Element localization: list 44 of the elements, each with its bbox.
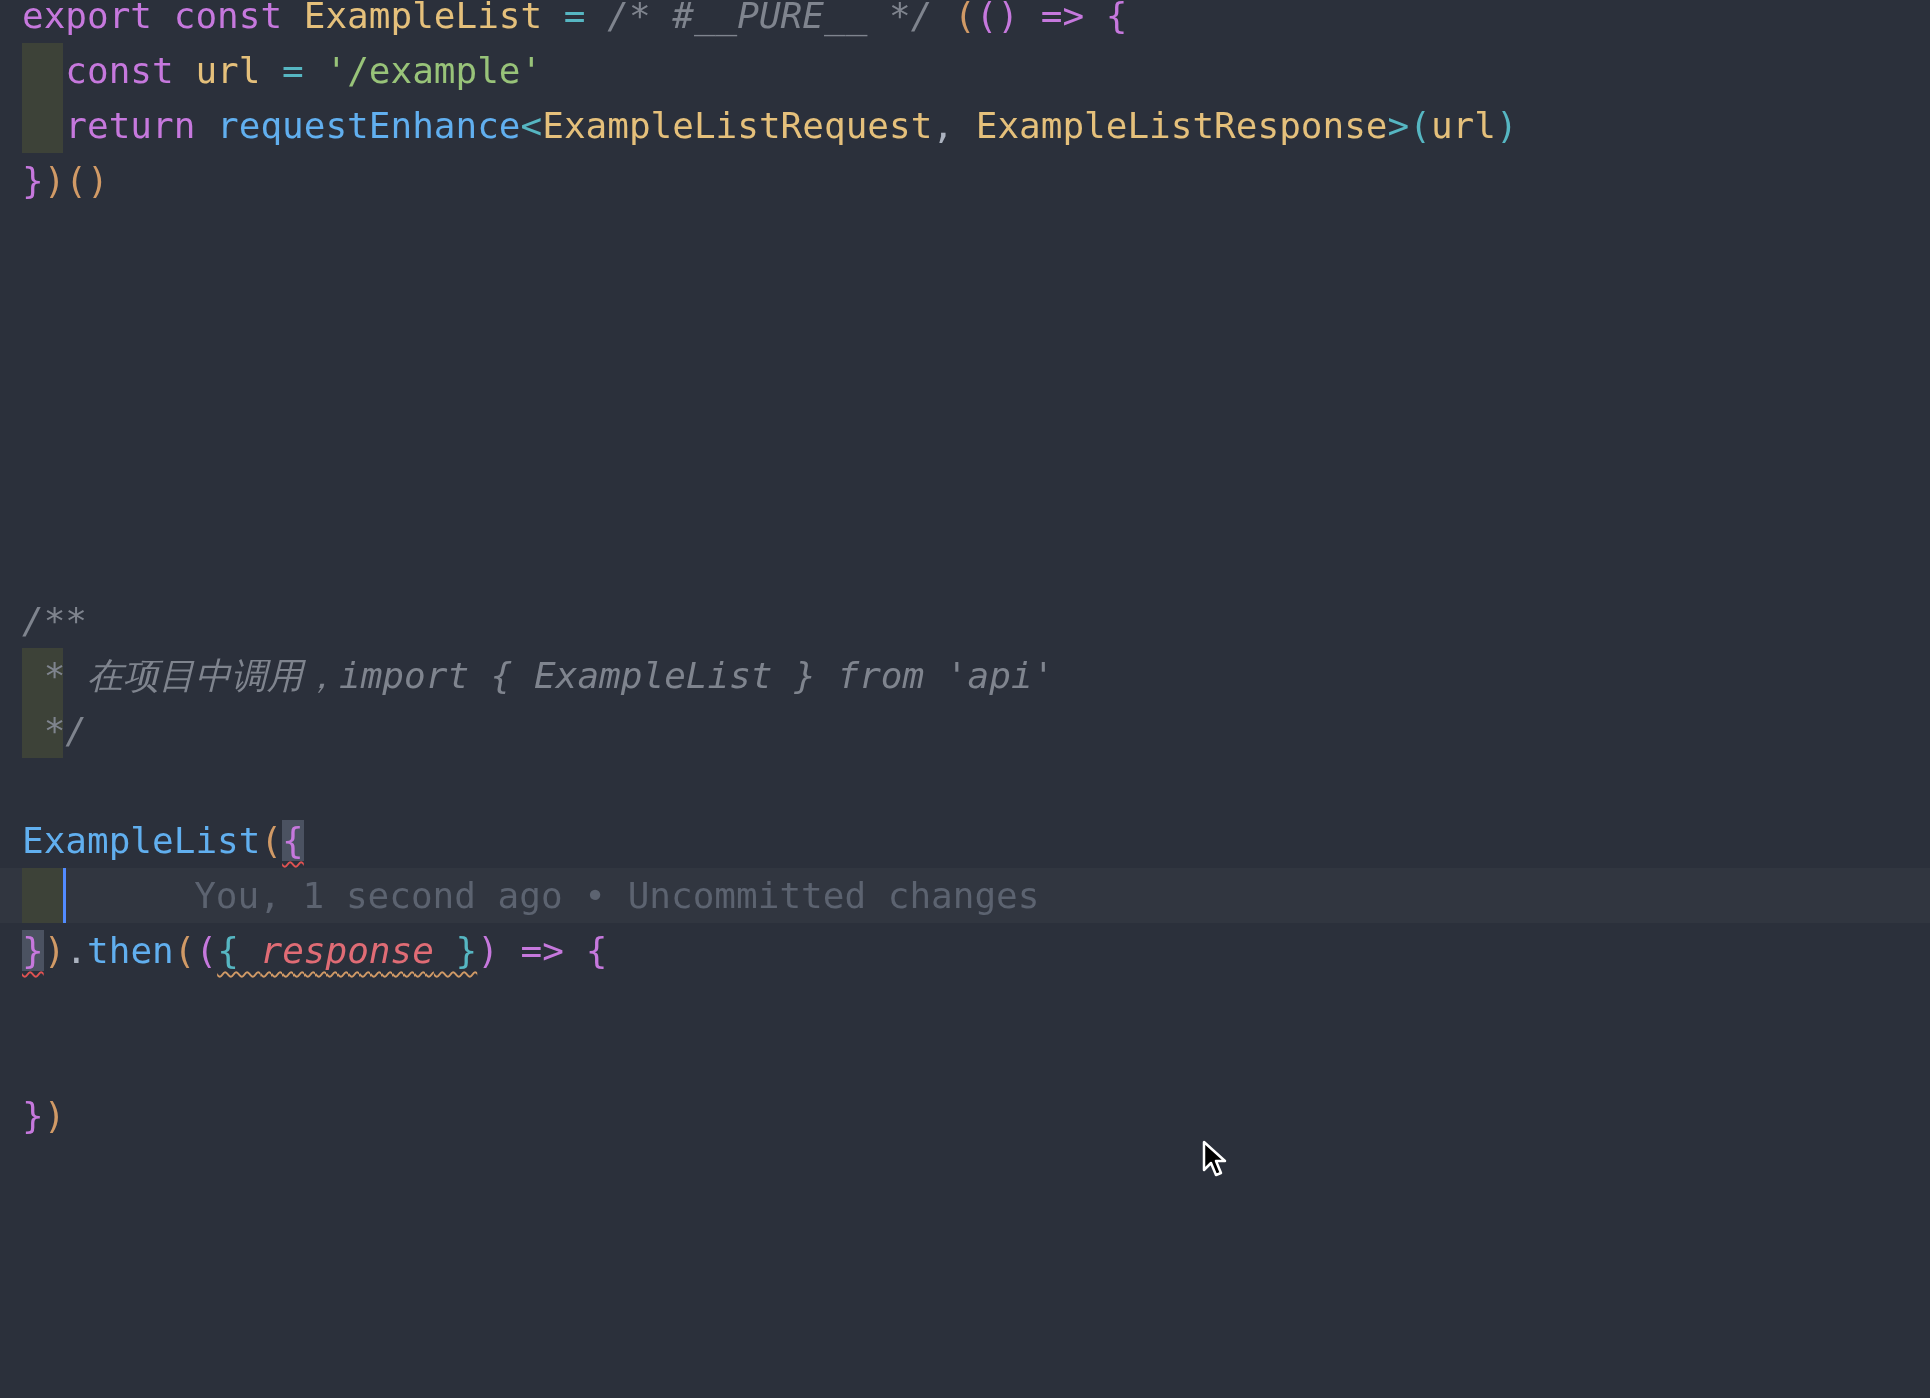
code-token: requestEnhance: [217, 105, 521, 146]
code-token: '/example': [325, 50, 543, 91]
code-token: )(): [43, 160, 109, 201]
code-token: =: [281, 50, 305, 91]
code-token: => {: [1039, 0, 1128, 36]
code-token: export const: [22, 0, 284, 36]
code-token: .: [65, 930, 88, 971]
code-token: ): [43, 930, 66, 971]
code-token: url: [1430, 105, 1496, 146]
code-token: (: [173, 930, 196, 971]
code-token: >(: [1387, 105, 1431, 146]
code-token: =>: [519, 930, 565, 971]
code-token: /* #__PURE__ */: [607, 0, 934, 36]
code-token: ): [43, 1095, 66, 1136]
code-token: {: [585, 930, 608, 971]
code-token: ExampleList: [22, 820, 261, 861]
code-token: (: [195, 930, 218, 971]
code-token: url: [195, 50, 261, 91]
code-token: ): [477, 930, 499, 971]
code-token: =: [562, 0, 587, 36]
code-token: * 在项目中调用，import { ExampleList } from 'api': [42, 655, 1055, 696]
code-token: ): [1495, 105, 1518, 146]
code-token: (): [975, 0, 1020, 36]
code-token: then: [87, 930, 174, 971]
code-token: {: [217, 930, 240, 971]
code-token: ExampleListRequest: [542, 105, 933, 146]
code-token: response: [260, 930, 434, 971]
code-token: return: [64, 105, 197, 146]
code-token: }: [454, 930, 478, 971]
code-token: (: [260, 820, 283, 861]
mouse-pointer-icon: [1202, 1140, 1228, 1178]
code-token: }: [22, 160, 44, 201]
code-token: (: [954, 0, 976, 36]
code-token: ExampleList: [303, 0, 543, 36]
code-token: }: [22, 1095, 44, 1136]
code-token: {: [282, 820, 304, 861]
code-token: }: [22, 930, 44, 971]
text-cursor: [63, 868, 67, 923]
code-token: const: [64, 50, 175, 91]
code-token: <: [520, 105, 543, 146]
code-token: */: [42, 710, 88, 751]
code-token: /**: [22, 600, 88, 641]
code-token: ExampleListResponse: [975, 105, 1388, 146]
code-token: ,: [932, 105, 956, 146]
